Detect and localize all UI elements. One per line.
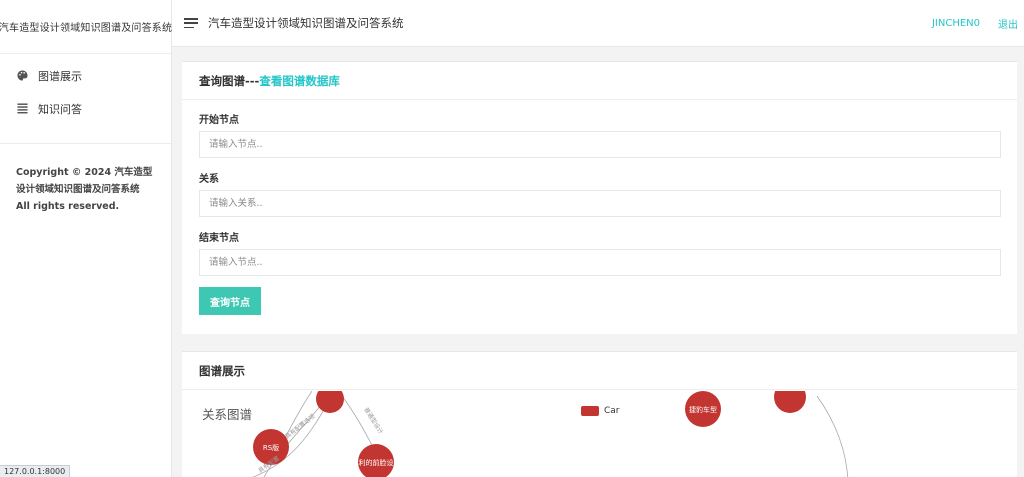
user-name-link[interactable]: JINCHEN0	[932, 18, 980, 29]
system-title: 汽车造型设计领域知识图谱及问答系统	[208, 16, 404, 30]
graph-edge	[341, 395, 375, 450]
graph-legend[interactable]: Car	[581, 406, 620, 416]
list-icon	[16, 103, 28, 115]
query-card-title: 查询图谱--- 查看图谱数据库	[182, 62, 1017, 100]
query-form: 开始节点 关系 结束节点 查询节点	[182, 100, 1017, 315]
view-database-link[interactable]: 查看图谱数据库	[259, 73, 340, 89]
copyright-text: Copyright © 2024 汽车造型设计领域知识图谱及问答系统 All r…	[16, 167, 153, 212]
end-node-label: 结束节点	[199, 233, 239, 244]
node-label: 捷豹车型	[689, 405, 717, 414]
top-header: 汽车造型设计领域知识图谱及问答系统 JINCHEN0 退出	[172, 0, 1024, 47]
graph-card: 图谱展示 RS版 利的前脸设 捷豹车型 具有配置选项 具有配置 普通型设计 关系…	[182, 351, 1017, 477]
graph-svg: RS版 利的前脸设 捷豹车型 具有配置选项 具有配置 普通型设计	[252, 391, 849, 477]
app-logo: 汽车造型设计领域知识图谱及问答系统	[0, 0, 172, 54]
end-node-input[interactable]	[199, 249, 1001, 276]
status-url: 127.0.0.1:8000	[0, 465, 71, 477]
node-label: 利的前脸设	[359, 458, 394, 467]
graph-edge	[816, 395, 849, 477]
relation-label: 关系	[199, 174, 219, 185]
start-node-input[interactable]	[199, 131, 1001, 158]
sidebar-nav: 图谱展示 知识问答	[0, 54, 171, 144]
sidebar-item-qa[interactable]: 知识问答	[0, 92, 171, 125]
sidebar: 汽车造型设计领域知识图谱及问答系统 图谱展示 知识问答 Copyright © …	[0, 0, 172, 477]
query-node-button[interactable]: 查询节点	[199, 287, 261, 315]
graph-chart-title: 关系图谱	[202, 407, 253, 422]
sidebar-item-label: 知识问答	[38, 102, 82, 116]
start-node-label: 开始节点	[199, 115, 239, 126]
graph-node[interactable]	[316, 391, 344, 413]
menu-toggle-icon[interactable]	[184, 18, 198, 28]
graph-card-title: 图谱展示	[182, 352, 1017, 390]
edge-label: 具有配置选项	[283, 412, 316, 440]
query-card: 查询图谱---查看图谱数据库 开始节点 关系 结束节点 查询节点	[182, 61, 1017, 334]
logout-link[interactable]: 退出	[998, 16, 1018, 31]
legend-swatch	[581, 406, 599, 416]
sidebar-item-label: 图谱展示	[38, 69, 82, 83]
relation-input[interactable]	[199, 190, 1001, 217]
node-label: RS版	[263, 443, 279, 452]
graph-canvas[interactable]: RS版 利的前脸设 捷豹车型 具有配置选项 具有配置 普通型设计 关系图谱 Ca…	[182, 391, 1017, 477]
graph-node[interactable]	[774, 391, 806, 413]
query-title-prefix: 查询图谱---	[199, 73, 260, 88]
palette-icon	[16, 70, 28, 82]
sidebar-item-graph[interactable]: 图谱展示	[0, 59, 171, 92]
legend-label: Car	[604, 406, 620, 416]
edge-label: 普通型设计	[362, 406, 385, 436]
